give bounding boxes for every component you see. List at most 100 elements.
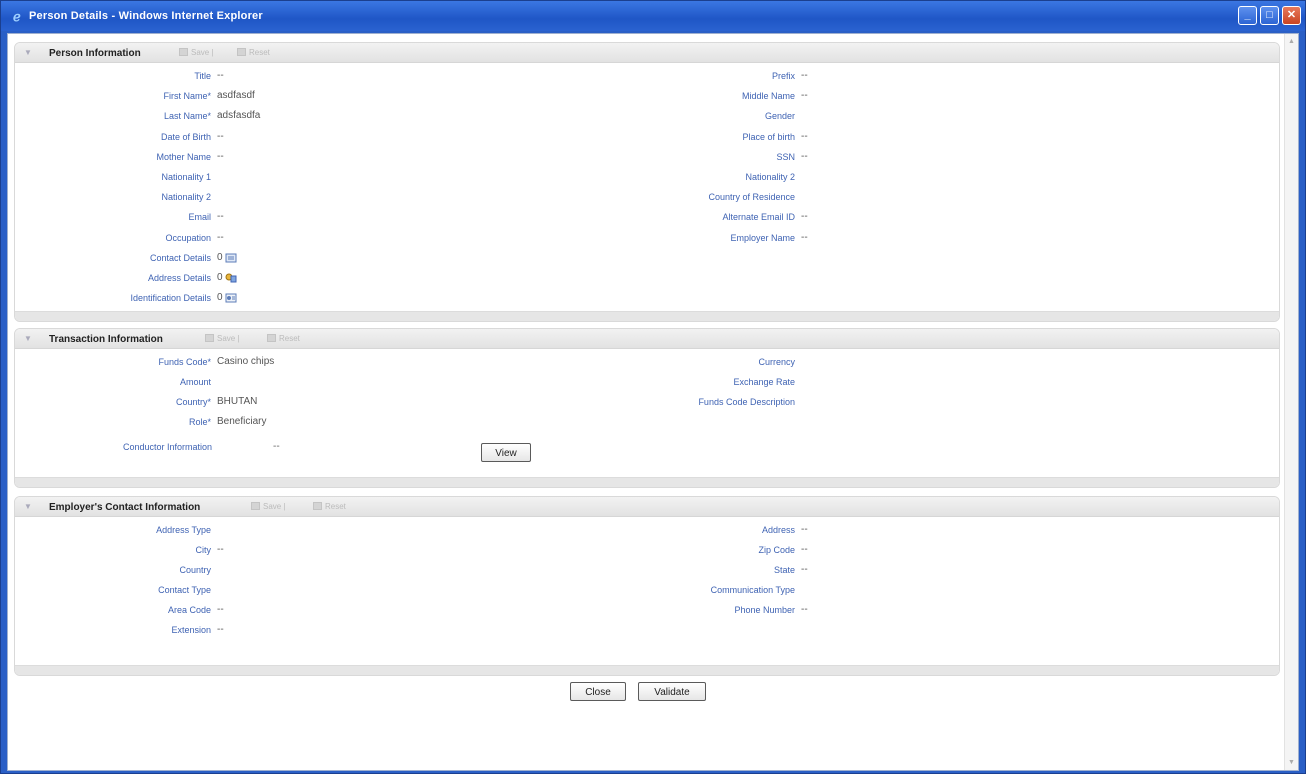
contact-details-icon[interactable] — [225, 253, 237, 263]
address-details-icon[interactable] — [225, 273, 237, 283]
mother-name-label: Mother Name — [156, 151, 211, 162]
minimize-button[interactable]: _ — [1238, 6, 1257, 25]
window-title: Person Details - Windows Internet Explor… — [29, 10, 263, 22]
panel-header: ▼ Employer's Contact Information Save | … — [15, 497, 1279, 517]
nationality-2-label: Nationality 2 — [161, 192, 211, 203]
minimize-icon: _ — [1244, 9, 1251, 21]
prefix-label: Prefix — [771, 71, 795, 81]
ie-logo-icon: ℯ — [13, 9, 21, 24]
panel-footer — [15, 665, 1279, 675]
alternate-email-id-value: -- — [801, 211, 808, 223]
identification-details-label: Identification Details — [130, 293, 211, 304]
title-value: -- — [217, 70, 224, 81]
email-label: Email — [188, 212, 211, 223]
maximize-icon: □ — [1266, 9, 1273, 21]
role-label: Role* — [188, 417, 211, 427]
contact-type-label: Contact Type — [158, 585, 211, 595]
address-details-value: 0 — [217, 272, 223, 283]
city-value: -- — [217, 544, 224, 555]
scroll-down-icon[interactable]: ▼ — [1288, 759, 1295, 766]
employer-name-label: Employer Name — [730, 232, 795, 243]
reset-action[interactable]: Reset — [237, 48, 270, 57]
currency-label: Currency — [758, 357, 795, 367]
amount-label: Amount — [179, 377, 211, 387]
country-label: Country* — [175, 397, 211, 407]
first-name-value: asdfasdf — [217, 90, 255, 102]
save-action[interactable]: Save | — [179, 48, 214, 57]
state-value: -- — [801, 564, 808, 575]
panel-header: ▼ Person Information Save | Reset — [15, 43, 1279, 63]
panel-title: Transaction Information — [49, 334, 163, 345]
ssn-label: SSN — [776, 151, 795, 162]
save-action[interactable]: Save | — [205, 334, 240, 343]
occupation-value: -- — [217, 231, 224, 243]
prefix-value: -- — [801, 70, 808, 81]
collapse-arrow-icon[interactable]: ▼ — [24, 48, 32, 57]
employer-name-value: -- — [801, 231, 808, 243]
reset-icon — [237, 48, 246, 56]
mother-name-value: -- — [217, 150, 224, 162]
title-bar[interactable]: ℯ Person Details - Windows Internet Expl… — [1, 1, 1305, 31]
area-code-label: Area Code — [167, 605, 211, 615]
zip-code-label: Zip Code — [758, 545, 795, 555]
funds-code-label: Funds Code* — [158, 357, 211, 367]
reset-action[interactable]: Reset — [267, 334, 300, 343]
first-name-label: First Name* — [163, 91, 211, 102]
country-of-residence-label: Country of Residence — [708, 192, 795, 203]
save-icon — [179, 48, 188, 56]
identification-details-value: 0 — [217, 292, 223, 304]
save-icon — [205, 334, 214, 342]
address-value: -- — [801, 524, 808, 535]
address-details-label: Address Details — [147, 273, 211, 283]
communication-type-label: Communication Type — [710, 585, 795, 595]
nationality-1-label: Nationality 1 — [161, 172, 211, 182]
address-type-label: Address Type — [156, 525, 211, 535]
city-label: City — [195, 545, 212, 555]
extension-value: -- — [217, 624, 224, 635]
scroll-up-icon[interactable]: ▲ — [1288, 38, 1295, 45]
reset-icon — [267, 334, 276, 342]
zip-code-value: -- — [801, 544, 808, 555]
reset-action[interactable]: Reset — [313, 502, 346, 511]
gender-label: Gender — [764, 111, 795, 122]
last-name-value: adsfasdfa — [217, 110, 261, 122]
panel-footer — [15, 477, 1279, 487]
close-button[interactable]: Close — [570, 682, 626, 701]
place-of-birth-value: -- — [801, 130, 808, 142]
phone-number-value: -- — [801, 604, 808, 615]
person-information-panel: ▼ Person Information Save | Reset Title -… — [14, 42, 1280, 322]
conductor-information-label: Conductor Information — [123, 442, 213, 452]
collapse-arrow-icon[interactable]: ▼ — [24, 334, 32, 343]
last-name-label: Last Name* — [163, 111, 211, 122]
occupation-label: Occupation — [165, 232, 211, 243]
panel-title: Employer's Contact Information — [49, 502, 201, 513]
address-label: Address — [761, 525, 795, 535]
date-of-birth-value: -- — [217, 130, 224, 142]
validate-button[interactable]: Validate — [638, 682, 706, 701]
panel-header: ▼ Transaction Information Save | Reset — [15, 329, 1279, 349]
reset-icon — [313, 502, 322, 510]
contact-details-label: Contact Details — [149, 252, 211, 263]
title-label: Title — [194, 71, 211, 81]
role-value: Beneficiary — [217, 416, 267, 427]
phone-number-label: Phone Number — [734, 605, 795, 615]
country-label: Country — [179, 565, 211, 575]
close-window-button[interactable]: ✕ — [1282, 6, 1301, 25]
collapse-arrow-icon[interactable]: ▼ — [24, 502, 32, 511]
save-action[interactable]: Save | — [251, 502, 286, 511]
browser-window: ℯ Person Details - Windows Internet Expl… — [0, 0, 1306, 774]
maximize-button[interactable]: □ — [1260, 6, 1279, 25]
identification-details-icon[interactable] — [225, 293, 237, 303]
ssn-value: -- — [801, 150, 808, 162]
vertical-scrollbar[interactable]: ▲ ▼ — [1284, 34, 1298, 770]
page-content: ▼ Person Information Save | Reset Title -… — [7, 33, 1299, 771]
funds-code-description-label: Funds Code Description — [698, 397, 795, 407]
conductor-information-value: -- — [273, 441, 280, 452]
panel-title: Person Information — [49, 48, 141, 59]
state-label: State — [773, 565, 795, 575]
exchange-rate-label: Exchange Rate — [733, 377, 795, 387]
nationality-2-label: Nationality 2 — [745, 172, 795, 182]
extension-label: Extension — [171, 625, 211, 635]
employer-contact-information-panel: ▼ Employer's Contact Information Save | … — [14, 496, 1280, 676]
view-button[interactable]: View — [481, 443, 531, 462]
